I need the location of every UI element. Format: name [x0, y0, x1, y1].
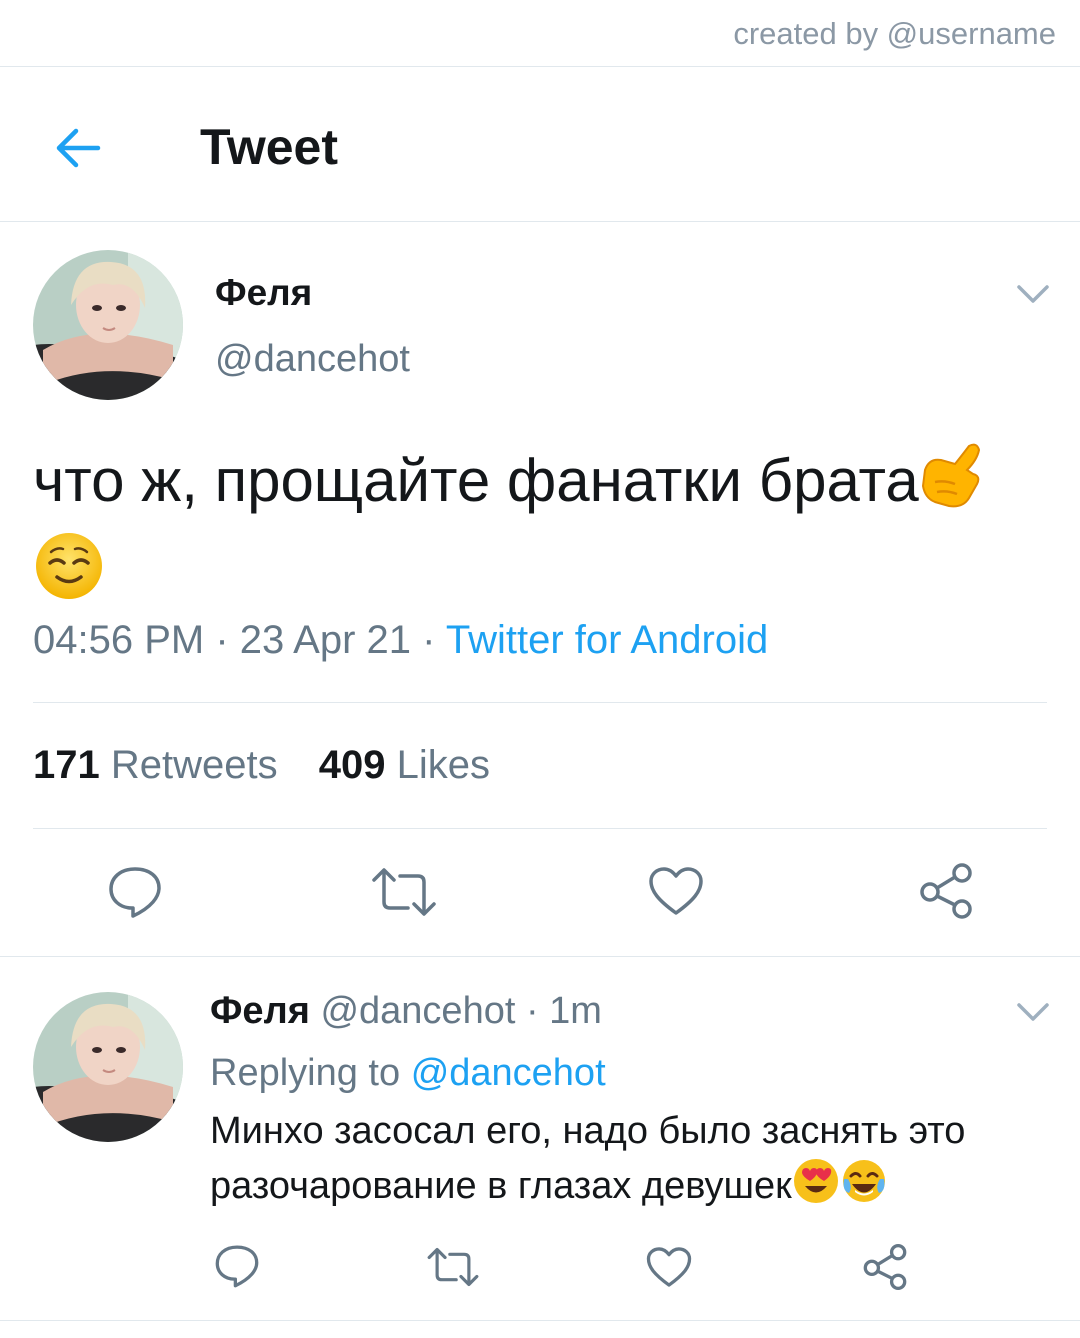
tweet-time: 04:56 PM	[33, 618, 205, 662]
share-button[interactable]	[918, 862, 974, 920]
retweets-label: Retweets	[110, 743, 278, 787]
tweet-text: что ж, прощайте фанатки брата	[33, 440, 1043, 620]
tweet-stats: 171 Retweets 409 Likes	[33, 743, 520, 788]
credit-label: created by @username	[733, 16, 1056, 51]
tweet-text-content: что ж, прощайте фанатки брата	[33, 446, 919, 514]
reply-button[interactable]	[106, 864, 164, 920]
divider	[33, 828, 1047, 829]
author-handle: @dancehot	[215, 338, 410, 380]
reply-like-button[interactable]	[646, 1246, 692, 1288]
reply-age: · 1m	[525, 990, 602, 1032]
likes-count: 409	[318, 743, 386, 787]
author-name: Феля	[215, 272, 313, 313]
replying-to: Replying to @dancehot	[210, 1043, 1060, 1103]
heart-icon	[649, 867, 703, 915]
retweet-icon	[427, 1247, 479, 1287]
reply-tweet: Феля @dancehot · 1m Replying to @danceho…	[210, 985, 1060, 1219]
call-me-hand-emoji	[919, 440, 987, 530]
retweet-icon	[372, 868, 436, 916]
tweet-meta: 04:56 PM · 23 Apr 21 · Twitter for Andro…	[33, 618, 769, 662]
reply-text: Минхо засосал его, надо было заснять это…	[210, 1105, 1060, 1219]
retweets-count: 171	[33, 743, 100, 787]
likes-label: Likes	[396, 743, 491, 787]
replying-prefix: Replying to	[210, 1052, 401, 1094]
page-title: Tweet	[200, 119, 338, 175]
likes-stat[interactable]: 409 Likes	[319, 743, 490, 787]
like-button[interactable]	[648, 866, 704, 916]
avatar[interactable]	[33, 250, 183, 400]
reply-author-handle: @dancehot	[320, 990, 516, 1032]
divider	[0, 956, 1080, 957]
heart-icon	[646, 1247, 692, 1287]
share-icon	[863, 1243, 907, 1290]
reply-share-button[interactable]	[862, 1243, 908, 1291]
heart-eyes-emoji	[792, 1157, 840, 1219]
tweet-source-link[interactable]: Twitter for Android	[446, 618, 768, 662]
reply-author-name: Феля	[210, 990, 310, 1032]
divider	[0, 1320, 1080, 1321]
reply-avatar[interactable]	[33, 992, 183, 1142]
tweet-date: 23 Apr 21	[239, 618, 412, 662]
arrow-left-icon	[56, 128, 101, 168]
share-icon	[920, 863, 972, 919]
relieved-face-emoji	[33, 530, 105, 620]
tweet-menu-button[interactable]	[1015, 282, 1051, 306]
retweets-stat[interactable]: 171 Retweets	[33, 743, 278, 787]
reply-icon	[109, 867, 161, 918]
replying-handle-link[interactable]: @dancehot	[411, 1052, 606, 1094]
divider	[0, 66, 1080, 67]
reply-retweet-button[interactable]	[426, 1246, 480, 1288]
divider	[0, 221, 1080, 222]
tears-of-joy-emoji	[840, 1157, 888, 1219]
back-button[interactable]	[50, 120, 106, 176]
retweet-button[interactable]	[370, 866, 438, 918]
reply-icon	[215, 1245, 259, 1288]
chevron-down-icon	[1017, 285, 1049, 303]
divider	[33, 702, 1047, 703]
reply-header: Феля @dancehot · 1m	[210, 985, 1060, 1037]
reply-reply-button[interactable]	[213, 1243, 261, 1289]
